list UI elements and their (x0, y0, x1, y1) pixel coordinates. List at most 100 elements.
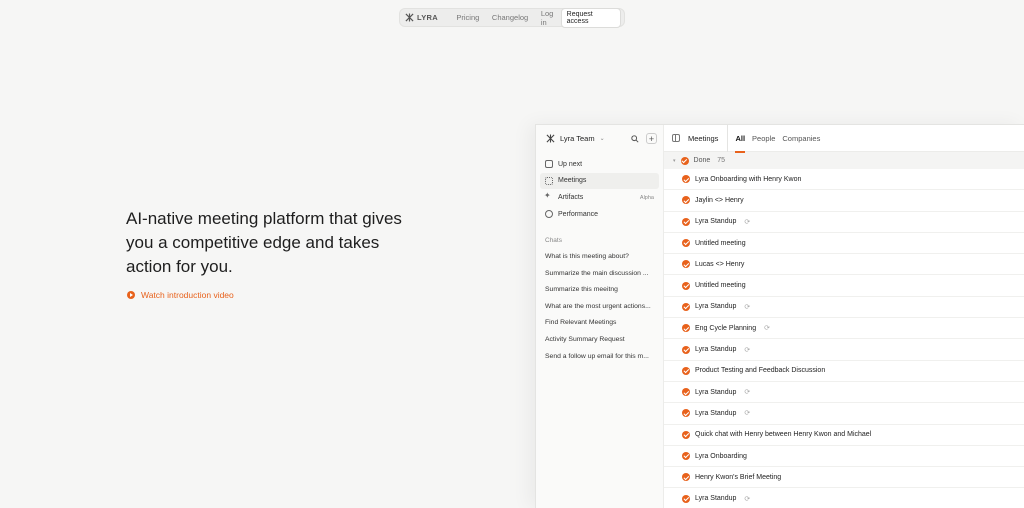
meeting-title: Lyra Standup (695, 388, 737, 396)
meeting-title: Lucas <> Henry (695, 260, 745, 268)
table-row[interactable]: Lucas <> Henry (664, 254, 1024, 276)
table-row[interactable]: Lyra Standup ⟳ (664, 339, 1024, 361)
table-row[interactable]: Lyra Standup ⟳ (664, 297, 1024, 319)
table-row[interactable]: Eng Cycle Planning ⟳ (664, 318, 1024, 340)
meeting-title: Lyra Standup (695, 218, 737, 226)
search-icon[interactable] (630, 134, 640, 144)
meeting-title: Quick chat with Henry between Henry Kwon… (695, 431, 872, 439)
meeting-title: Lyra Onboarding (695, 452, 747, 460)
sidebar-item-meetings[interactable]: Meetings (540, 172, 659, 189)
chat-item[interactable]: Activity Summary Request (536, 331, 663, 348)
meeting-title: Lyra Standup (695, 346, 737, 354)
meeting-title: Eng Cycle Planning (695, 324, 757, 332)
check-circle-icon (682, 494, 690, 503)
request-access-button[interactable]: Request access (560, 7, 621, 28)
hero-title: AI-native meeting platform that gives yo… (126, 207, 436, 279)
check-circle-icon (682, 196, 690, 205)
sidebar-item-label: Artifacts (558, 194, 584, 202)
check-circle-icon (682, 217, 690, 226)
table-row[interactable]: Lyra Standup ⟳ (664, 212, 1024, 233)
recurring-icon: ⟳ (744, 410, 751, 418)
watch-video-link[interactable]: Watch introduction video (127, 290, 234, 300)
table-row[interactable]: Untitled meeting (664, 275, 1024, 297)
top-nav: LYRA Pricing Changelog Log in Request ac… (399, 7, 625, 28)
check-circle-icon (682, 409, 690, 418)
sidebar-item-performance[interactable]: Performance (540, 206, 659, 222)
meeting-title: Lyra Standup (695, 409, 737, 417)
chats-header: Chats (545, 237, 562, 245)
tab-all[interactable]: All (735, 125, 745, 153)
chat-item[interactable]: Send a follow up email for this m... (536, 348, 663, 365)
sidebar-item-up-next[interactable]: Up next (540, 156, 659, 172)
chat-item[interactable]: Find Relevant Meetings (536, 315, 663, 332)
check-circle-icon (682, 366, 690, 375)
performance-icon (545, 210, 553, 219)
recurring-icon: ⟳ (744, 495, 751, 503)
check-circle-icon (682, 452, 690, 460)
table-row[interactable]: Lyra Onboarding with Henry Kwon (664, 169, 1024, 191)
meeting-title: Product Testing and Feedback Discussion (695, 367, 826, 375)
check-circle-icon (682, 175, 690, 184)
table-row[interactable]: Lyra Standup ⟳ (664, 382, 1024, 404)
table-row[interactable]: Product Testing and Feedback Discussion (664, 361, 1024, 382)
meeting-title: Untitled meeting (695, 239, 746, 247)
lyra-logo[interactable]: LYRA (405, 13, 438, 22)
meeting-title: Lyra Standup (695, 495, 737, 503)
toggle-sidebar-icon[interactable] (672, 134, 680, 142)
table-row[interactable]: Untitled meeting (664, 233, 1024, 255)
check-circle-icon (682, 302, 690, 311)
sidebar-item-label: Up next (558, 160, 583, 168)
hero-title-line: action for you. (126, 257, 233, 276)
chat-item[interactable]: What is this meeting about? (536, 248, 663, 265)
meeting-list: Lyra Onboarding with Henry Kwon Jaylin <>… (664, 169, 1024, 508)
meeting-title: Henry Kwon's Brief Meeting (695, 473, 782, 481)
table-row[interactable]: Lyra Standup ⟳ (664, 403, 1024, 425)
meeting-title: Lyra Standup (695, 303, 737, 311)
chevron-down-icon: ▾ (673, 157, 676, 164)
table-row[interactable]: Jaylin <> Henry (664, 190, 1024, 212)
tab-companies[interactable]: Companies (782, 125, 820, 152)
tab-people[interactable]: People (752, 125, 775, 152)
table-row[interactable]: Lyra Onboarding (664, 446, 1024, 468)
chat-item[interactable]: Summarize the main discussion ... (536, 265, 663, 282)
sidebar: Lyra Team ⌄ + Up next Meetings Artifacts (536, 125, 664, 508)
new-button[interactable]: + (646, 133, 657, 144)
team-logo-icon (546, 134, 555, 143)
recurring-icon: ⟳ (744, 218, 751, 226)
check-circle-icon (682, 239, 690, 248)
alpha-badge: Alpha (639, 194, 654, 201)
hero-title-line: AI-native meeting platform that gives (126, 209, 402, 228)
nav-login-link[interactable]: Log in (541, 9, 561, 27)
app-preview: Lyra Team ⌄ + Up next Meetings Artifacts (535, 124, 1024, 508)
recurring-icon: ⟳ (764, 325, 770, 333)
team-switcher[interactable]: Lyra Team ⌄ + (536, 125, 663, 152)
group-header-done[interactable]: ▾ Done 75 (664, 152, 1024, 169)
check-circle-icon (682, 473, 690, 482)
recurring-icon: ⟳ (744, 346, 751, 354)
inbox-icon (545, 160, 553, 168)
sidebar-item-artifacts[interactable]: Artifacts Alpha (540, 190, 659, 206)
lyra-logo-icon (405, 13, 414, 22)
nav-pricing-link[interactable]: Pricing (456, 13, 479, 22)
logo-text: LYRA (417, 13, 438, 22)
tab-bar: Meetings All People Companies (664, 124, 1024, 153)
chevron-down-icon: ⌄ (599, 136, 605, 142)
hero-title-line: you a competitive edge and takes (126, 233, 380, 252)
table-row[interactable]: Henry Kwon's Brief Meeting (664, 467, 1024, 489)
nav-changelog-link[interactable]: Changelog (492, 13, 528, 22)
check-circle-icon (682, 388, 690, 397)
meeting-title: Untitled meeting (695, 282, 746, 290)
check-circle-icon (682, 324, 690, 333)
chat-item[interactable]: What are the most urgent actions... (536, 298, 663, 315)
meeting-title: Lyra Onboarding with Henry Kwon (695, 175, 802, 183)
chat-item[interactable]: Summarize this meeitng (536, 281, 663, 298)
meetings-main: Meetings All People Companies ▾ Done 75 … (664, 124, 1024, 508)
table-row[interactable]: Quick chat with Henry between Henry Kwon… (664, 425, 1024, 446)
sidebar-item-label: Performance (558, 210, 599, 218)
check-circle-icon (680, 156, 689, 165)
group-label: Done (693, 157, 711, 164)
watch-video-label: Watch introduction video (141, 290, 234, 300)
table-row[interactable]: Lyra Standup ⟳ (664, 488, 1024, 508)
breadcrumb: Meetings (688, 124, 729, 152)
check-circle-icon (682, 345, 690, 354)
